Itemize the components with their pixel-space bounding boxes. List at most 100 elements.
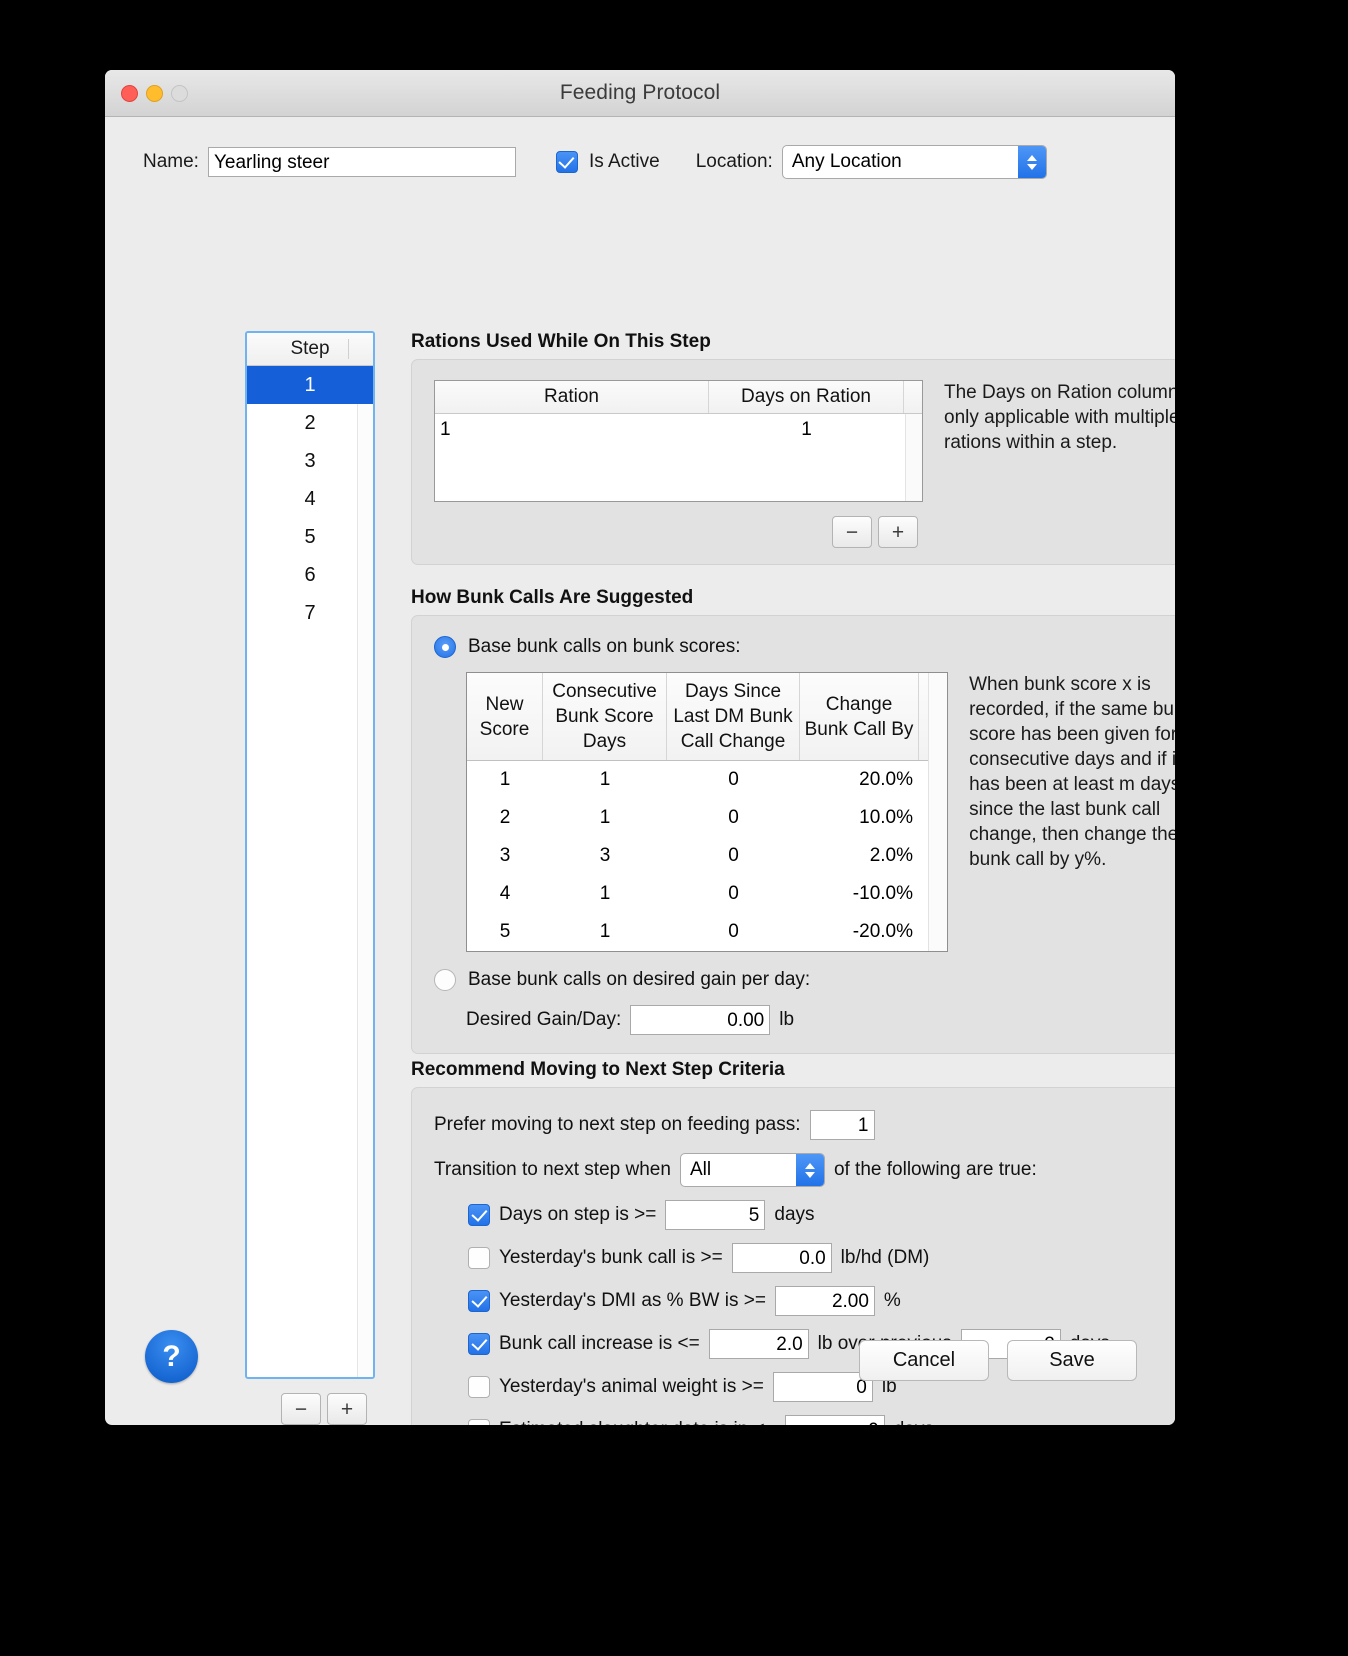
bunk-cell-new-score: 5 (499, 921, 511, 942)
criterion-checkbox[interactable] (468, 1333, 490, 1355)
close-button-icon[interactable] (121, 85, 138, 102)
criterion-days-on-step: Days on step is >= 5 days (468, 1200, 1175, 1230)
criterion-checkbox[interactable] (468, 1247, 490, 1269)
rations-groupbox: Ration Days on Ration 1 1 − + The Days o… (411, 359, 1175, 565)
step-list-item[interactable]: 6 (247, 556, 373, 594)
table-row[interactable]: 1 1 (435, 414, 922, 446)
traffic-lights (121, 85, 188, 102)
criterion-value-input[interactable]: 5 (665, 1200, 766, 1230)
criterion-checkbox[interactable] (468, 1419, 490, 1425)
zoom-button-icon[interactable] (171, 85, 188, 102)
bunk-col-new-score[interactable]: New Score (467, 673, 543, 760)
rations-cell-days: 1 (801, 419, 812, 440)
location-select[interactable]: Any Location (781, 145, 1047, 179)
step-list-item-label: 6 (304, 563, 316, 586)
bunk-gain-radio[interactable] (434, 969, 456, 991)
desired-gain-row: Desired Gain/Day: 0.00 lb (466, 1005, 1175, 1035)
step-list-item-label: 2 (304, 411, 316, 434)
desired-gain-input[interactable]: 0.00 (630, 1005, 771, 1035)
criterion-value-input[interactable]: 0.0 (731, 1243, 832, 1273)
criterion-checkbox[interactable] (468, 1290, 490, 1312)
bunk-cell-change-by: 20.0% (859, 769, 913, 790)
location-select-value: Any Location (791, 151, 902, 172)
transition-select-value: All (689, 1159, 712, 1180)
rations-table-header: Ration Days on Ration (435, 381, 922, 414)
table-row[interactable]: 3 3 0 2.0% (467, 837, 947, 875)
rations-table[interactable]: Ration Days on Ration 1 1 (434, 380, 923, 502)
table-row[interactable]: 2 1 0 10.0% (467, 799, 947, 837)
bunk-table-body: 1 1 0 20.0% 2 1 0 10.0% 3 3 0 2.0% 4 1 0… (467, 761, 947, 951)
chevron-updown-icon[interactable] (1017, 146, 1046, 178)
bunk-cell-new-score: 4 (499, 883, 511, 904)
criterion-checkbox[interactable] (468, 1204, 490, 1226)
bunk-cell-new-score: 1 (499, 769, 511, 790)
name-input[interactable]: Yearling steer (207, 147, 516, 177)
rations-section: Rations Used While On This Step Ration D… (411, 331, 1175, 565)
step-list-item[interactable]: 4 (247, 480, 373, 518)
bunk-scores-radio[interactable] (434, 636, 456, 658)
rations-col-extra (904, 381, 922, 413)
step-list-item-label: 4 (304, 487, 316, 510)
chevron-updown-icon[interactable] (795, 1154, 824, 1186)
step-list-item[interactable]: 3 (247, 442, 373, 480)
step-list-item[interactable]: 2 (247, 404, 373, 442)
step-list-item[interactable]: 1 (247, 366, 373, 404)
prefer-pass-input[interactable]: 1 (809, 1110, 875, 1140)
bunk-col-consecutive-days[interactable]: Consecutive Bunk Score Days (543, 673, 667, 760)
table-row[interactable]: 5 1 0 -20.0% (467, 913, 947, 951)
rations-table-buttons: − + (832, 516, 923, 548)
cancel-button[interactable]: Cancel (859, 1340, 989, 1381)
step-list-rows: 1 2 3 4 5 6 7 (247, 366, 373, 632)
help-button[interactable]: ? (145, 1330, 198, 1383)
rations-table-body: 1 1 (435, 414, 922, 501)
criterion-label: Yesterday's bunk call is >= (499, 1247, 723, 1268)
criterion-value-input[interactable]: 2.0 (708, 1329, 809, 1359)
criterion-checkbox[interactable] (468, 1376, 490, 1398)
rations-col-days[interactable]: Days on Ration (709, 381, 904, 413)
table-row[interactable]: 4 1 0 -10.0% (467, 875, 947, 913)
feeding-protocol-window: Feeding Protocol Name: Yearling steer Is… (105, 70, 1175, 1425)
bunk-cell-days-since: 0 (728, 883, 739, 904)
criterion-value-input[interactable]: 2.00 (774, 1286, 875, 1316)
criterion-label: Yesterday's DMI as % BW is >= (499, 1290, 766, 1311)
bunk-cell-change-by: 10.0% (859, 807, 913, 828)
bunk-col-days-since[interactable]: Days Since Last DM Bunk Call Change (667, 673, 800, 760)
bunk-table-scrollbar[interactable] (928, 673, 948, 951)
location-label: Location: (695, 151, 773, 172)
step-list-item[interactable]: 7 (247, 594, 373, 632)
remove-step-button[interactable]: − (281, 1393, 321, 1425)
footer-buttons: Cancel Save (859, 1340, 1137, 1381)
bunk-col-change-by[interactable]: Change Bunk Call By (800, 673, 919, 760)
minimize-button-icon[interactable] (146, 85, 163, 102)
criterion-label: Bunk call increase is <= (499, 1333, 700, 1354)
bunk-scores-radio-row[interactable]: Base bunk calls on bunk scores: (434, 636, 1175, 658)
step-column-header: Step (290, 338, 330, 359)
desired-gain-unit: lb (779, 1009, 795, 1030)
bunk-gain-radio-row[interactable]: Base bunk calls on desired gain per day: (434, 969, 1175, 991)
table-row[interactable]: 1 1 0 20.0% (467, 761, 947, 799)
step-list[interactable]: Step 1 2 3 4 5 6 7 (245, 331, 375, 1379)
step-list-item-label: 5 (304, 525, 316, 548)
add-step-button[interactable]: + (327, 1393, 367, 1425)
criterion-value-input[interactable]: 0 (784, 1415, 885, 1425)
bunk-cell-consecutive-days: 1 (599, 883, 611, 904)
transition-select[interactable]: All (679, 1153, 825, 1187)
step-list-item[interactable]: 5 (247, 518, 373, 556)
bunk-cell-new-score: 2 (499, 807, 511, 828)
criterion-value-input[interactable]: 0 (772, 1372, 873, 1402)
criterion-label: Estimated slaughter date is in <= (499, 1419, 776, 1425)
criterion-dmi-percent-bw: Yesterday's DMI as % BW is >= 2.00 % (468, 1286, 1175, 1316)
rations-col-ration[interactable]: Ration (435, 381, 709, 413)
add-ration-button[interactable]: + (878, 516, 918, 548)
is-active-checkbox[interactable] (555, 151, 578, 173)
bunk-score-table[interactable]: New Score Consecutive Bunk Score Days Da… (466, 672, 949, 952)
rations-section-title: Rations Used While On This Step (411, 331, 711, 352)
remove-ration-button[interactable]: − (832, 516, 872, 548)
header-row: Name: Yearling steer Is Active Location:… (143, 117, 1175, 179)
save-button[interactable]: Save (1007, 1340, 1137, 1381)
window-titlebar: Feeding Protocol (105, 70, 1175, 117)
criterion-yesterdays-bunk-call: Yesterday's bunk call is >= 0.0 lb/hd (D… (468, 1243, 1175, 1273)
criterion-unit: lb/hd (DM) (840, 1247, 930, 1268)
transition-suffix-label: of the following are true: (833, 1159, 1037, 1180)
step-list-item-label: 1 (304, 373, 316, 396)
